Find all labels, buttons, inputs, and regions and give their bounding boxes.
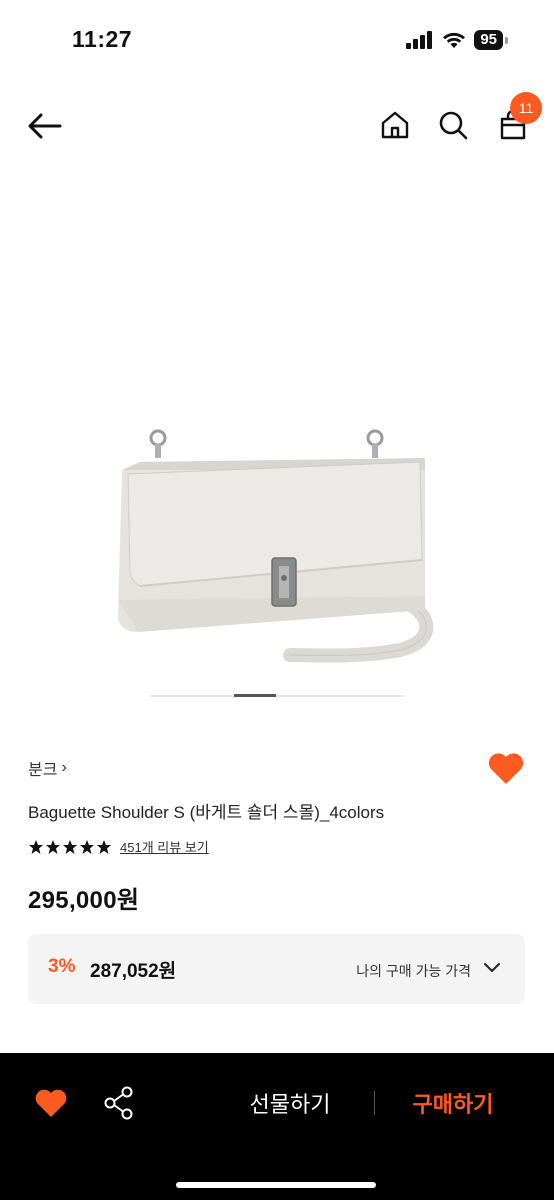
- bottom-divider: [374, 1091, 375, 1115]
- discounted-price: 287,052원: [90, 961, 177, 982]
- battery-indicator: 95: [474, 30, 503, 50]
- search-icon: [439, 111, 468, 140]
- rating-stars: [28, 839, 112, 855]
- share-icon: [104, 1086, 133, 1120]
- home-indicator: [176, 1182, 376, 1188]
- gift-button[interactable]: 선물하기: [220, 1087, 360, 1119]
- signal-icon: [406, 31, 433, 49]
- share-button[interactable]: [103, 1086, 135, 1120]
- brand-link[interactable]: 분크 ›: [28, 756, 67, 780]
- top-navigation: 11: [0, 92, 554, 162]
- home-icon: [381, 111, 409, 139]
- discount-rate: 3%: [48, 956, 76, 977]
- image-pager-active: [234, 694, 276, 697]
- chevron-down-icon: [484, 963, 500, 972]
- star-icon: [29, 839, 43, 854]
- bottom-like-button[interactable]: [34, 1087, 68, 1119]
- buy-button[interactable]: 구매하기: [388, 1087, 518, 1119]
- brand-name: 분크: [28, 762, 58, 779]
- product-image[interactable]: [100, 400, 454, 680]
- status-time: 11:27: [72, 26, 133, 52]
- chevron-right-icon: ›: [61, 759, 67, 776]
- back-arrow-icon: [28, 113, 62, 139]
- rating-row: 451개 리뷰 보기: [28, 837, 209, 856]
- search-button[interactable]: [436, 108, 470, 142]
- star-icon: [46, 839, 60, 854]
- like-button[interactable]: [487, 750, 525, 786]
- star-icon: [63, 839, 77, 854]
- product-price: 295,000원: [28, 887, 140, 914]
- home-button[interactable]: [378, 108, 412, 142]
- status-icons: 95: [406, 30, 508, 50]
- review-link[interactable]: 451개 리뷰 보기: [120, 837, 209, 856]
- star-icon: [97, 839, 111, 854]
- star-icon: [80, 839, 94, 854]
- my-price-label: 나의 구매 가능 가격: [356, 963, 471, 979]
- bottom-action-bar: 선물하기 구매하기: [0, 1053, 554, 1200]
- product-name: Baguette Shoulder S (바게트 숄더 스몰)_4colors: [28, 803, 385, 822]
- back-button[interactable]: [26, 110, 64, 142]
- battery-tip: [505, 36, 508, 44]
- cart-count-badge: 11: [510, 92, 542, 124]
- image-pager: [150, 694, 404, 697]
- my-price-box[interactable]: 3% 287,052원 나의 구매 가능 가격: [28, 934, 525, 1004]
- status-bar: 11:27 95: [0, 0, 554, 80]
- heart-icon: [35, 1089, 67, 1117]
- heart-icon: [488, 753, 524, 784]
- wifi-icon: [443, 32, 466, 48]
